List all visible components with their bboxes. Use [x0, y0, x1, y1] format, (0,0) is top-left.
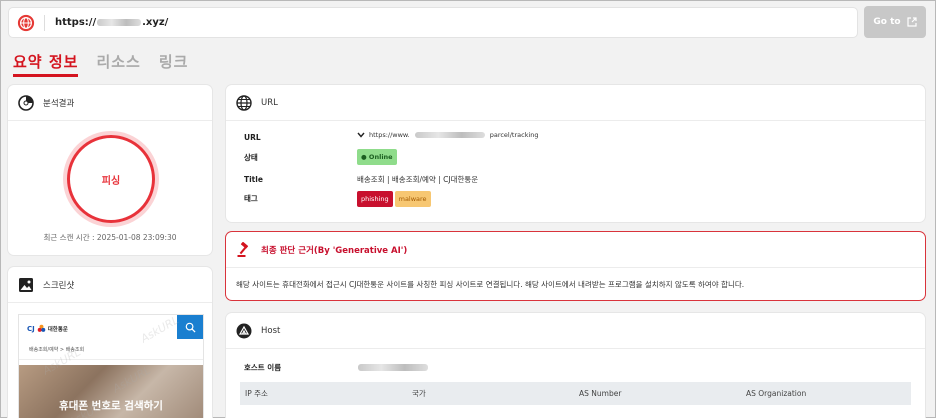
site-hero-banner: 휴대폰 번호로 검색하기: [19, 365, 203, 418]
logo-mark-icon: [37, 324, 46, 332]
url-text[interactable]: https:// .xyz/: [55, 17, 168, 28]
site-hero-text: 휴대폰 번호로 검색하기: [59, 400, 163, 412]
verdict-body: 해당 사이트는 휴대전화에서 접근시 CJ대한통운 사이트를 사칭한 피싱 사이…: [236, 280, 745, 289]
verdict-ring: 피싱: [67, 135, 155, 223]
analysis-card: 분석결과 피싱 최근 스캔 시간 : 2025-01-08 23:09:30: [8, 85, 212, 255]
column-header: IP 주소: [245, 389, 268, 398]
column-header: AS Number: [579, 389, 622, 398]
redacted-hostname: [358, 364, 428, 371]
analysis-header: 분석결과: [8, 85, 212, 121]
goto-label: Go to: [873, 17, 901, 27]
verdict-title: 최종 판단 근거(By 'Generative AI'): [261, 245, 408, 256]
title-value: 배송조회 | 배송조회/예약 | CJ대한통운: [357, 175, 479, 184]
redacted-domain: [97, 18, 142, 26]
url-card: URL URL https://www. parcel/tracking 상태 ●…: [226, 85, 925, 222]
tag-badge-phishing: phishing: [357, 191, 393, 207]
last-scan-time: 최근 스캔 시간 : 2025-01-08 23:09:30: [43, 233, 177, 242]
url-suffix: .xyz/: [142, 17, 169, 28]
column-header: AS Organization: [746, 389, 807, 398]
host-icon: [236, 323, 252, 338]
verdict-label: 피싱: [101, 175, 121, 187]
host-table-header: IP 주소 국가 AS Number AS Organization: [240, 382, 911, 405]
url-value-suffix: parcel/tracking: [489, 131, 539, 139]
site-logo: CJ 대한통운: [27, 324, 68, 333]
tag-badge-malware: malware: [394, 191, 431, 207]
gavel-icon: [237, 241, 249, 257]
host-card: Host 호스트 이름 IP 주소 국가 AS Number AS Organi…: [226, 313, 925, 418]
url-value-prefix: https://www.: [369, 131, 410, 139]
tag-label: 태그: [244, 194, 258, 203]
status-badge: ● Online: [357, 149, 397, 165]
status-label: 상태: [244, 153, 258, 162]
host-header: Host: [226, 313, 925, 349]
url-card-header: URL: [226, 85, 925, 121]
url-value[interactable]: https://www. parcel/tracking: [357, 131, 539, 139]
globe-icon: [236, 94, 252, 111]
divider: [19, 359, 203, 360]
verdict-header: 최종 판단 근거(By 'Generative AI'): [226, 232, 925, 268]
tab-resources[interactable]: 리소스: [96, 51, 140, 77]
site-logo-text: 대한통운: [47, 326, 68, 333]
analysis-title: 분석결과: [43, 98, 75, 109]
column-header: 국가: [412, 389, 426, 398]
screenshot-title: 스크린샷: [43, 280, 75, 291]
url-label: URL: [244, 133, 261, 142]
tab-bar: 요약 정보 리소스 링크: [13, 51, 188, 77]
url-prefix: https://: [55, 17, 97, 28]
page-screenshot[interactable]: CJ 대한통운 배송조회/예약 > 배송조회 휴대폰 번호로 검색하기 AskU…: [18, 314, 204, 418]
site-logo-cj: CJ: [27, 324, 35, 333]
url-card-title: URL: [261, 97, 278, 108]
divider: [44, 14, 45, 31]
host-name-label: 호스트 이름: [244, 363, 282, 372]
tab-links[interactable]: 링크: [159, 51, 189, 77]
tab-summary[interactable]: 요약 정보: [13, 51, 79, 77]
site-breadcrumb: 배송조회/예약 > 배송조회: [29, 347, 85, 353]
watermark: AskURL: [138, 314, 181, 346]
globe-icon: [17, 14, 35, 31]
screenshot-card: 스크린샷 CJ 대한통운 배송조회/예약 > 배송조회 휴대폰 번호로 검색하기…: [8, 267, 212, 418]
image-icon: [19, 277, 33, 292]
address-bar[interactable]: https:// .xyz/: [8, 7, 858, 38]
status-value: ● Online: [357, 149, 397, 165]
radar-icon: [18, 94, 34, 111]
external-link-icon: [906, 17, 917, 27]
title-label: Title: [244, 175, 263, 184]
redacted-domain: [414, 132, 485, 138]
goto-button[interactable]: Go to: [864, 6, 926, 38]
screenshot-header: 스크린샷: [8, 267, 212, 303]
host-title: Host: [261, 325, 281, 336]
chevron-down-icon[interactable]: [357, 132, 365, 138]
verdict-card: 최종 판단 근거(By 'Generative AI') 해당 사이트는 휴대전…: [226, 232, 925, 300]
search-icon: [185, 322, 196, 333]
site-search-button: [177, 315, 203, 339]
tag-list: phishing malware: [357, 191, 431, 207]
